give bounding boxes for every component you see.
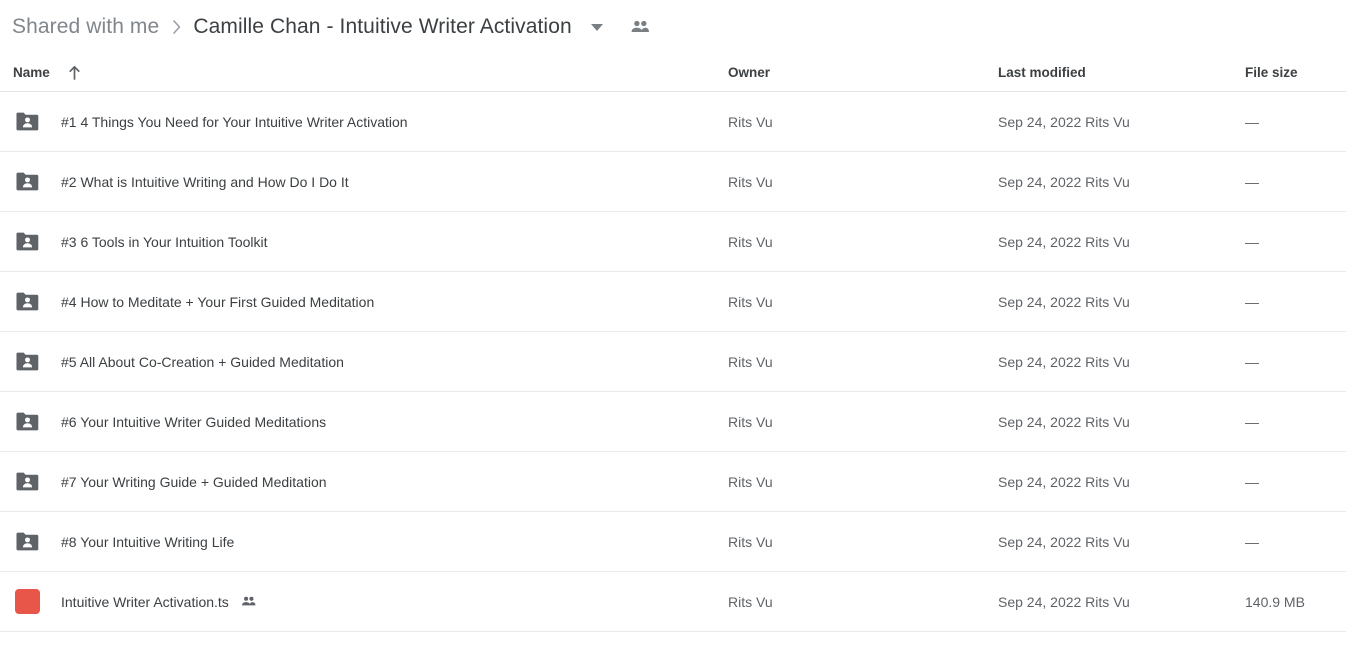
people-shared-icon bbox=[628, 15, 652, 39]
row-owner: Rits Vu bbox=[728, 173, 773, 190]
row-last-modified: Sep 24, 2022 Rits Vu bbox=[998, 173, 1130, 190]
file-badge bbox=[14, 589, 40, 614]
shared-folder-icon bbox=[13, 108, 41, 136]
shared-folder-icon bbox=[13, 468, 41, 496]
row-file-size: — bbox=[1245, 113, 1259, 130]
row-owner: Rits Vu bbox=[728, 593, 773, 610]
row-owner: Rits Vu bbox=[728, 533, 773, 550]
row-file-size: — bbox=[1245, 353, 1259, 370]
row-owner: Rits Vu bbox=[728, 353, 773, 370]
row-name-cell[interactable]: #8 Your Intuitive Writing Life bbox=[0, 528, 728, 556]
shared-folder-icon bbox=[13, 348, 41, 376]
row-last-modified: Sep 24, 2022 Rits Vu bbox=[998, 593, 1130, 610]
code-file-icon bbox=[13, 588, 41, 616]
row-name-cell[interactable]: #4 How to Meditate + Your First Guided M… bbox=[0, 288, 728, 316]
table-row[interactable]: #4 How to Meditate + Your First Guided M… bbox=[0, 272, 1346, 332]
row-owner: Rits Vu bbox=[728, 113, 773, 130]
row-name-cell[interactable]: #3 6 Tools in Your Intuition Toolkit bbox=[0, 228, 728, 256]
column-header-file-size[interactable]: File size bbox=[1245, 65, 1346, 80]
row-file-size: — bbox=[1245, 173, 1259, 190]
row-owner: Rits Vu bbox=[728, 473, 773, 490]
row-name-label: #4 How to Meditate + Your First Guided M… bbox=[61, 293, 375, 310]
file-list: #1 4 Things You Need for Your Intuitive … bbox=[0, 92, 1346, 632]
row-file-size: — bbox=[1245, 413, 1259, 430]
table-row[interactable]: #6 Your Intuitive Writer Guided Meditati… bbox=[0, 392, 1346, 452]
column-header-last-modified[interactable]: Last modified bbox=[998, 65, 1245, 80]
row-file-size: 140.9 MB bbox=[1245, 593, 1305, 610]
column-header-name-label: Name bbox=[13, 65, 50, 80]
row-last-modified: Sep 24, 2022 Rits Vu bbox=[998, 473, 1130, 490]
breadcrumb-current-folder[interactable]: Camille Chan - Intuitive Writer Activati… bbox=[193, 15, 571, 39]
table-row[interactable]: #5 All About Co-Creation + Guided Medita… bbox=[0, 332, 1346, 392]
shared-folder-icon bbox=[13, 408, 41, 436]
row-file-size: — bbox=[1245, 233, 1259, 250]
breadcrumb-parent-link[interactable]: Shared with me bbox=[12, 15, 159, 39]
row-name-cell[interactable]: #5 All About Co-Creation + Guided Medita… bbox=[0, 348, 728, 376]
row-name-label: #6 Your Intuitive Writer Guided Meditati… bbox=[61, 413, 327, 430]
table-header-row: Name Owner Last modified File size bbox=[0, 54, 1346, 92]
shared-folder-icon bbox=[13, 288, 41, 316]
column-header-owner[interactable]: Owner bbox=[728, 65, 998, 80]
column-header-name[interactable]: Name bbox=[0, 64, 728, 81]
chevron-down-icon[interactable] bbox=[586, 16, 608, 38]
row-name-cell[interactable]: #2 What is Intuitive Writing and How Do … bbox=[0, 168, 728, 196]
row-last-modified: Sep 24, 2022 Rits Vu bbox=[998, 113, 1130, 130]
row-file-size: — bbox=[1245, 533, 1259, 550]
row-name-cell[interactable]: Intuitive Writer Activation.ts bbox=[0, 588, 728, 616]
row-name-label: Intuitive Writer Activation.ts bbox=[61, 593, 229, 610]
table-row[interactable]: #2 What is Intuitive Writing and How Do … bbox=[0, 152, 1346, 212]
row-name-label: #5 All About Co-Creation + Guided Medita… bbox=[61, 353, 344, 370]
row-name-label: #3 6 Tools in Your Intuition Toolkit bbox=[61, 233, 268, 250]
shared-people-icon bbox=[240, 593, 257, 610]
row-name-cell[interactable]: #7 Your Writing Guide + Guided Meditatio… bbox=[0, 468, 728, 496]
arrow-up-icon[interactable] bbox=[67, 64, 82, 81]
row-name-label: #7 Your Writing Guide + Guided Meditatio… bbox=[61, 473, 327, 490]
row-name-label: #8 Your Intuitive Writing Life bbox=[61, 533, 235, 550]
shared-folder-icon bbox=[13, 528, 41, 556]
row-name-label: #2 What is Intuitive Writing and How Do … bbox=[61, 173, 349, 190]
row-last-modified: Sep 24, 2022 Rits Vu bbox=[998, 233, 1130, 250]
row-name-label: #1 4 Things You Need for Your Intuitive … bbox=[61, 113, 408, 130]
row-last-modified: Sep 24, 2022 Rits Vu bbox=[998, 413, 1130, 430]
row-last-modified: Sep 24, 2022 Rits Vu bbox=[998, 293, 1130, 310]
row-owner: Rits Vu bbox=[728, 413, 773, 430]
row-name-cell[interactable]: #1 4 Things You Need for Your Intuitive … bbox=[0, 108, 728, 136]
row-name-cell[interactable]: #6 Your Intuitive Writer Guided Meditati… bbox=[0, 408, 728, 436]
table-row[interactable]: Intuitive Writer Activation.ts Rits Vu S… bbox=[0, 572, 1346, 632]
row-owner: Rits Vu bbox=[728, 233, 773, 250]
row-file-size: — bbox=[1245, 473, 1259, 490]
table-row[interactable]: #8 Your Intuitive Writing Life Rits Vu S… bbox=[0, 512, 1346, 572]
table-row[interactable]: #3 6 Tools in Your Intuition Toolkit Rit… bbox=[0, 212, 1346, 272]
shared-folder-icon bbox=[13, 168, 41, 196]
chevron-right-icon bbox=[171, 18, 183, 36]
shared-folder-icon bbox=[13, 228, 41, 256]
row-last-modified: Sep 24, 2022 Rits Vu bbox=[998, 533, 1130, 550]
table-row[interactable]: #1 4 Things You Need for Your Intuitive … bbox=[0, 92, 1346, 152]
table-row[interactable]: #7 Your Writing Guide + Guided Meditatio… bbox=[0, 452, 1346, 512]
row-file-size: — bbox=[1245, 293, 1259, 310]
row-last-modified: Sep 24, 2022 Rits Vu bbox=[998, 353, 1130, 370]
row-owner: Rits Vu bbox=[728, 293, 773, 310]
breadcrumb: Shared with me Camille Chan - Intuitive … bbox=[0, 0, 1346, 54]
